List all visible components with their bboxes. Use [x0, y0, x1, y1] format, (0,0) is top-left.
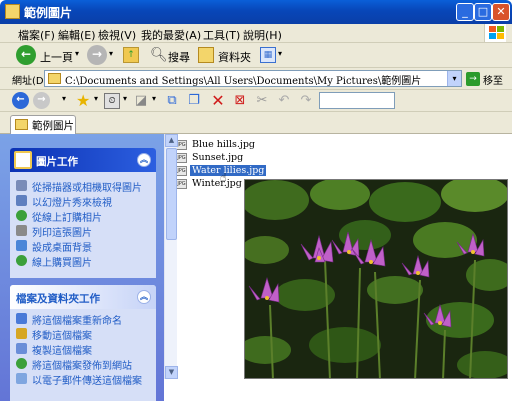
redo-icon[interactable]: ↷: [298, 93, 314, 109]
history-dropdown-icon[interactable]: ▾: [123, 94, 127, 103]
title-bar[interactable]: 範例圖片 _ □ ✕: [0, 0, 512, 24]
collapse-chevron-icon[interactable]: ︽: [137, 290, 151, 304]
email-icon: [16, 373, 27, 384]
up-folder-icon[interactable]: ↑: [123, 47, 139, 63]
folders-icon[interactable]: [198, 47, 214, 63]
search-icon[interactable]: 🔍︎: [150, 47, 168, 63]
folder-icon: [48, 73, 61, 84]
globe-icon: [16, 255, 27, 266]
delete-icon[interactable]: ✕: [210, 93, 226, 109]
task-item[interactable]: 從線上訂購相片: [16, 209, 156, 224]
nav-dropdown-icon[interactable]: ▾: [62, 94, 66, 103]
folder-icon: [15, 119, 28, 130]
search-input[interactable]: [319, 92, 395, 109]
task-item[interactable]: 以電子郵件傳送這個檔案: [16, 372, 156, 387]
favorites-star-icon[interactable]: ★: [76, 91, 90, 110]
folders-button-label[interactable]: 資料夾: [218, 49, 251, 65]
address-field[interactable]: C:\Documents and Settings\All Users\Docu…: [44, 70, 462, 87]
forward-dropdown-icon[interactable]: ▾: [109, 49, 113, 58]
secondary-toolbar: ← → ▾ ★ ▾ ⏲ ▾ ◪ ▾ ⧉ ❐ ✕ ⊠ ✂ ↶ ↷: [0, 90, 512, 112]
menu-bar: 檔案(F) 編輯(E) 檢視(V) 我的最愛(A) 工具(T) 說明(H): [0, 24, 512, 43]
nav-back-icon[interactable]: ←: [12, 92, 29, 109]
task-item[interactable]: 複製這個檔案: [16, 342, 156, 357]
task-item[interactable]: 設成桌面背景: [16, 239, 156, 254]
jpg-file-icon: JPG: [176, 166, 187, 176]
copy-icon: [16, 343, 27, 354]
picture-icon: [14, 151, 32, 169]
jpg-file-icon: JPG: [176, 179, 187, 189]
tab-label: 範例圖片: [32, 120, 74, 132]
picture-tasks-header[interactable]: 圖片工作 ︽: [10, 148, 156, 172]
menu-favorites[interactable]: 我的最愛(A): [141, 27, 201, 43]
window-title: 範例圖片: [24, 6, 73, 20]
collapse-chevron-icon[interactable]: ︽: [137, 153, 151, 167]
picture-tasks-title: 圖片工作: [36, 156, 78, 168]
back-arrow-icon[interactable]: ←: [16, 45, 36, 65]
jpg-file-icon: JPG: [176, 153, 187, 163]
slideshow-icon: [16, 195, 27, 206]
task-item[interactable]: 移動這個檔案: [16, 327, 156, 342]
back-dropdown-icon[interactable]: ▾: [75, 49, 79, 58]
task-item[interactable]: 將這個檔案重新命名: [16, 312, 156, 327]
maximize-button[interactable]: □: [474, 3, 492, 21]
water-lilies-image: [245, 180, 507, 378]
task-item[interactable]: 從掃描器或相機取得圖片: [16, 179, 156, 194]
scroll-down-icon[interactable]: ▼: [165, 366, 178, 379]
search-button-label[interactable]: 搜尋: [168, 49, 190, 65]
printer-icon: [16, 225, 27, 236]
desktop-icon: [16, 240, 27, 251]
menu-help[interactable]: 說明(H): [243, 27, 282, 43]
views-dropdown-icon[interactable]: ▾: [278, 49, 282, 58]
tab-sample-pictures[interactable]: 範例圖片: [10, 115, 76, 134]
go-arrow-icon[interactable]: →: [466, 72, 480, 86]
undo-icon[interactable]: ↶: [276, 93, 292, 109]
windows-logo-icon: [484, 24, 506, 42]
folder-icon: [5, 4, 20, 19]
menu-view[interactable]: 檢視(V): [98, 27, 136, 43]
menu-edit[interactable]: 編輯(E): [58, 27, 96, 43]
nav-forward-icon[interactable]: →: [33, 92, 50, 109]
forward-arrow-icon[interactable]: →: [87, 45, 107, 65]
tab-bar: 範例圖片: [0, 112, 512, 134]
address-path: C:\Documents and Settings\All Users\Docu…: [65, 76, 422, 87]
cut-icon[interactable]: ✂: [254, 93, 270, 109]
address-dropdown-icon[interactable]: ▾: [447, 71, 461, 86]
address-bar: 網址(D) C:\Documents and Settings\All User…: [0, 68, 512, 90]
standard-toolbar: ← 上一頁 ▾ → ▾ ↑ 🔍︎ 搜尋 資料夾 ▦ ▾: [0, 43, 512, 68]
move-icon: [16, 328, 27, 339]
mouse-cursor-icon: ☝: [220, 171, 227, 184]
favorites-dropdown-icon[interactable]: ▾: [94, 94, 98, 103]
order-prints-icon: [16, 210, 27, 221]
scanner-icon: [16, 180, 27, 191]
task-item[interactable]: 線上購買圖片: [16, 254, 156, 269]
task-item[interactable]: 列印這張圖片: [16, 224, 156, 239]
rename-icon: [16, 313, 27, 324]
file-tasks-title: 檔案及資料夾工作: [16, 293, 100, 305]
scroll-thumb[interactable]: [166, 148, 177, 240]
close-button[interactable]: ✕: [492, 3, 510, 21]
history-icon[interactable]: ⏲: [104, 93, 120, 109]
vertical-scrollbar[interactable]: ▲ ▼: [164, 134, 178, 379]
address-label: 網址(D): [12, 76, 48, 87]
image-preview: [244, 179, 508, 379]
move-to-icon[interactable]: ⧉: [164, 93, 180, 109]
back-button-label[interactable]: 上一頁: [40, 49, 73, 65]
file-tasks-panel: 檔案及資料夾工作 ︽ 將這個檔案重新命名 移動這個檔案 複製這個檔案 將這個檔案…: [10, 285, 156, 401]
minimize-button[interactable]: _: [456, 3, 474, 21]
task-item[interactable]: 以幻燈片秀來檢視: [16, 194, 156, 209]
copy-to-icon[interactable]: ❐: [186, 93, 202, 109]
delete-file-icon[interactable]: ⊠: [232, 93, 248, 109]
task-item[interactable]: 將這個檔案發佈到網站: [16, 357, 156, 372]
picture-tasks-panel: 圖片工作 ︽ 從掃描器或相機取得圖片 以幻燈片秀來檢視 從線上訂購相片 列印這張…: [10, 148, 156, 278]
task-pane: 圖片工作 ︽ 從掃描器或相機取得圖片 以幻燈片秀來檢視 從線上訂購相片 列印這張…: [0, 134, 164, 401]
scroll-up-icon[interactable]: ▲: [165, 134, 178, 147]
page-dropdown-icon[interactable]: ▾: [152, 94, 156, 103]
page-icon[interactable]: ◪: [133, 93, 149, 109]
menu-tools[interactable]: 工具(T): [203, 27, 240, 43]
menu-file[interactable]: 檔案(F): [18, 27, 55, 43]
file-tasks-header[interactable]: 檔案及資料夾工作 ︽: [10, 285, 156, 309]
views-icon[interactable]: ▦: [260, 47, 276, 63]
go-button-label[interactable]: 移至: [483, 72, 503, 87]
publish-web-icon: [16, 358, 27, 369]
